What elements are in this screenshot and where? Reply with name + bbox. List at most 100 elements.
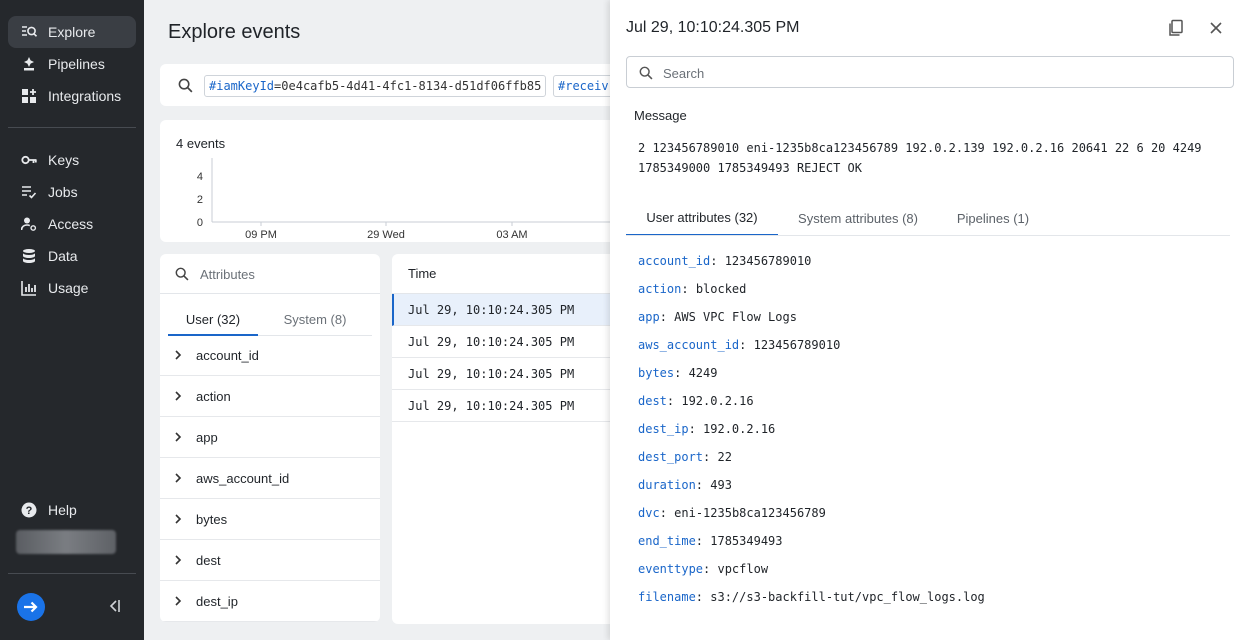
- sidebar-item-label: Keys: [48, 152, 80, 168]
- chevron-right-icon: [160, 432, 196, 442]
- attribute-key[interactable]: dest_port: [638, 450, 703, 464]
- attribute-name: dest_ip: [196, 593, 238, 609]
- attribute-row[interactable]: app: [160, 417, 380, 458]
- copy-icon[interactable]: [1166, 18, 1186, 38]
- attribute-key[interactable]: duration: [638, 478, 696, 492]
- attribute-value-text: vpcflow: [717, 562, 769, 576]
- search-icon: [175, 267, 189, 281]
- attribute-value: : blocked: [681, 282, 747, 296]
- attribute-key[interactable]: action: [638, 282, 681, 296]
- attribute-key[interactable]: account_id: [638, 254, 710, 268]
- events-list-header-time[interactable]: Time: [392, 254, 632, 294]
- query-chip-value-text: 0e4cafb5-4d41-4fc1-8134-d51df06ffb85: [281, 79, 542, 93]
- attribute-value-text: 22: [717, 450, 732, 464]
- sidebar-item-usage[interactable]: Usage: [8, 272, 136, 304]
- attribute-kv: dvc: eni-1235b8ca123456789: [638, 503, 826, 523]
- attribute-value: : 192.0.2.16: [666, 394, 754, 408]
- sidebar-item-label: Jobs: [48, 184, 78, 200]
- attribute-kv: dest_port: 22: [638, 447, 732, 467]
- tab-system-attributes[interactable]: System (8): [258, 304, 372, 336]
- tab-user-attributes[interactable]: User attributes (32): [626, 200, 778, 236]
- histogram-chart: 4 2 0 09 PM 29 Wed 03 AM: [197, 158, 630, 241]
- attribute-row[interactable]: aws_account_id: [160, 458, 380, 499]
- key-icon: [20, 151, 38, 169]
- chevron-right-icon: [160, 555, 196, 565]
- brand-logo-icon[interactable]: [17, 593, 45, 621]
- attribute-value-text: 1785349493: [710, 534, 783, 548]
- attribute-row[interactable]: dest: [160, 540, 380, 581]
- x-tick-label: 03 AM: [496, 229, 527, 241]
- attribute-value: : 4249: [674, 366, 718, 380]
- attribute-kv: dest_ip: 192.0.2.16: [638, 419, 775, 439]
- bar-chart-icon: [20, 279, 38, 297]
- y-tick-label: 2: [197, 194, 203, 206]
- message-line: 1785349000 1785349493 REJECT OK: [638, 161, 862, 175]
- panel-search: [626, 56, 1234, 88]
- sidebar-item-data[interactable]: Data: [8, 240, 136, 272]
- tab-system-attributes[interactable]: System attributes (8): [778, 200, 938, 236]
- attribute-kv: duration: 493: [638, 475, 732, 495]
- sidebar-item-pipelines[interactable]: Pipelines: [8, 48, 136, 80]
- sidebar-item-keys[interactable]: Keys: [8, 144, 136, 176]
- attributes-search-input[interactable]: [200, 264, 370, 284]
- search-icon: [178, 78, 193, 93]
- sidebar-divider: [8, 573, 136, 574]
- attributes-search: [160, 254, 380, 294]
- sidebar-item-integrations[interactable]: Integrations: [8, 80, 136, 112]
- attribute-kv: account_id: 123456789010: [638, 251, 811, 271]
- close-icon[interactable]: [1206, 18, 1226, 38]
- query-chip-value: =0e4cafb5-4d41-4fc1-8134-d51df06ffb85: [274, 79, 542, 93]
- attribute-value-text: 192.0.2.16: [681, 394, 754, 408]
- sidebar-item-label: Explore: [48, 24, 96, 40]
- attribute-key[interactable]: dvc: [638, 506, 660, 520]
- attribute-value: : 1785349493: [695, 534, 783, 548]
- page-title: Explore events: [168, 21, 301, 43]
- attribute-key[interactable]: app: [638, 310, 660, 324]
- attribute-row[interactable]: bytes: [160, 499, 380, 540]
- tab-pipelines[interactable]: Pipelines (1): [938, 200, 1048, 236]
- attribute-value-text: 493: [710, 478, 732, 492]
- sidebar-item-jobs[interactable]: Jobs: [8, 176, 136, 208]
- attribute-key[interactable]: dest_ip: [638, 422, 689, 436]
- event-row-selected[interactable]: Jul 29, 10:10:24.305 PM: [392, 294, 632, 326]
- panel-search-input[interactable]: [663, 63, 1223, 83]
- sidebar-item-access[interactable]: Access: [8, 208, 136, 240]
- attribute-kv: filename: s3://s3-backfill-tut/vpc_flow_…: [638, 587, 985, 607]
- attribute-row[interactable]: dest_ip: [160, 581, 380, 622]
- event-row[interactable]: Jul 29, 10:10:24.305 PM: [392, 358, 632, 390]
- sidebar-item-label: Integrations: [48, 88, 122, 104]
- collapse-sidebar-icon[interactable]: [106, 598, 122, 614]
- attribute-key[interactable]: filename: [638, 590, 696, 604]
- attribute-kv: aws_account_id: 123456789010: [638, 335, 840, 355]
- attribute-value: : vpcflow: [703, 562, 769, 576]
- tab-user-attributes[interactable]: User (32): [168, 304, 258, 336]
- attribute-kv: app: AWS VPC Flow Logs: [638, 307, 797, 327]
- attribute-value-text: 4249: [688, 366, 718, 380]
- sidebar-item-explore[interactable]: Explore: [8, 16, 136, 48]
- attribute-value-text: s3://s3-backfill-tut/vpc_flow_logs.log: [710, 590, 985, 604]
- attribute-key[interactable]: aws_account_id: [638, 338, 739, 352]
- attribute-row[interactable]: account_id: [160, 335, 380, 376]
- query-bar[interactable]: #iamKeyId=0e4cafb5-4d41-4fc1-8134-d51df0…: [160, 64, 643, 106]
- event-row[interactable]: Jul 29, 10:10:24.305 PM: [392, 326, 632, 358]
- sidebar-item-help[interactable]: ? Help: [8, 494, 136, 526]
- help-icon: ?: [20, 501, 38, 519]
- attribute-key[interactable]: eventtype: [638, 562, 703, 576]
- x-tick-label: 09 PM: [245, 229, 277, 241]
- user-profile-blurred[interactable]: [16, 530, 116, 554]
- chevron-right-icon: [160, 596, 196, 606]
- attribute-key[interactable]: dest: [638, 394, 667, 408]
- sidebar-divider: [8, 127, 136, 128]
- query-chip[interactable]: #iamKeyId=0e4cafb5-4d41-4fc1-8134-d51df0…: [204, 75, 546, 97]
- attribute-key[interactable]: end_time: [638, 534, 696, 548]
- attribute-key[interactable]: bytes: [638, 366, 674, 380]
- attributes-panel: User (32) System (8) account_id action a…: [160, 254, 380, 622]
- sidebar-item-label: Pipelines: [48, 56, 105, 72]
- attribute-value-text: AWS VPC Flow Logs: [674, 310, 797, 324]
- event-row[interactable]: Jul 29, 10:10:24.305 PM: [392, 390, 632, 422]
- attribute-kv: bytes: 4249: [638, 363, 717, 383]
- attribute-name: dest: [196, 552, 221, 568]
- query-chip-key: #receiv: [558, 79, 609, 93]
- attribute-row[interactable]: action: [160, 376, 380, 417]
- message-label: Message: [634, 108, 687, 123]
